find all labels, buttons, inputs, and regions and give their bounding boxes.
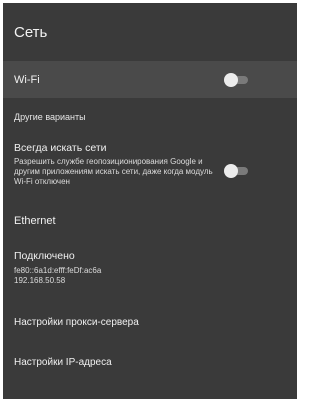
ethernet-label: Ethernet <box>14 215 56 227</box>
toggle-thumb <box>224 164 238 178</box>
proxy-settings-label: Настройки прокси-сервера <box>14 316 139 328</box>
always-scan-row[interactable]: Всегда искать сети Разрешить службе геоп… <box>3 136 297 200</box>
ipv6-address: fe80::6a1d:efff:feDf:ac6a <box>14 266 102 275</box>
connection-status-row[interactable]: Подключено fe80::6a1d:efff:feDf:ac6a 192… <box>3 242 297 302</box>
wifi-label: Wi-Fi <box>14 73 40 86</box>
always-scan-toggle[interactable] <box>224 164 248 178</box>
other-options-header: Другие варианты <box>3 98 297 136</box>
wifi-toggle[interactable] <box>224 72 248 87</box>
ethernet-row[interactable]: Ethernet <box>3 200 297 242</box>
ipv4-address: 192.168.50.58 <box>14 276 66 285</box>
wifi-row[interactable]: Wi-Fi <box>3 61 297 98</box>
always-scan-description: Разрешить службе геопозиционирования Goo… <box>14 157 213 186</box>
always-scan-label: Всегда искать сети <box>14 142 107 154</box>
ip-settings-label: Настройки IP-адреса <box>14 356 112 368</box>
other-options-label: Другие варианты <box>14 112 86 122</box>
network-settings-panel: Сеть Wi-Fi Другие варианты Всегда искать… <box>3 3 297 399</box>
panel-header: Сеть <box>3 3 297 61</box>
connection-status-label: Подключено <box>14 250 75 262</box>
toggle-thumb <box>224 72 238 87</box>
ip-settings-row[interactable]: Настройки IP-адреса <box>3 342 297 382</box>
page-title: Сеть <box>14 23 48 41</box>
proxy-settings-row[interactable]: Настройки прокси-сервера <box>3 302 297 342</box>
